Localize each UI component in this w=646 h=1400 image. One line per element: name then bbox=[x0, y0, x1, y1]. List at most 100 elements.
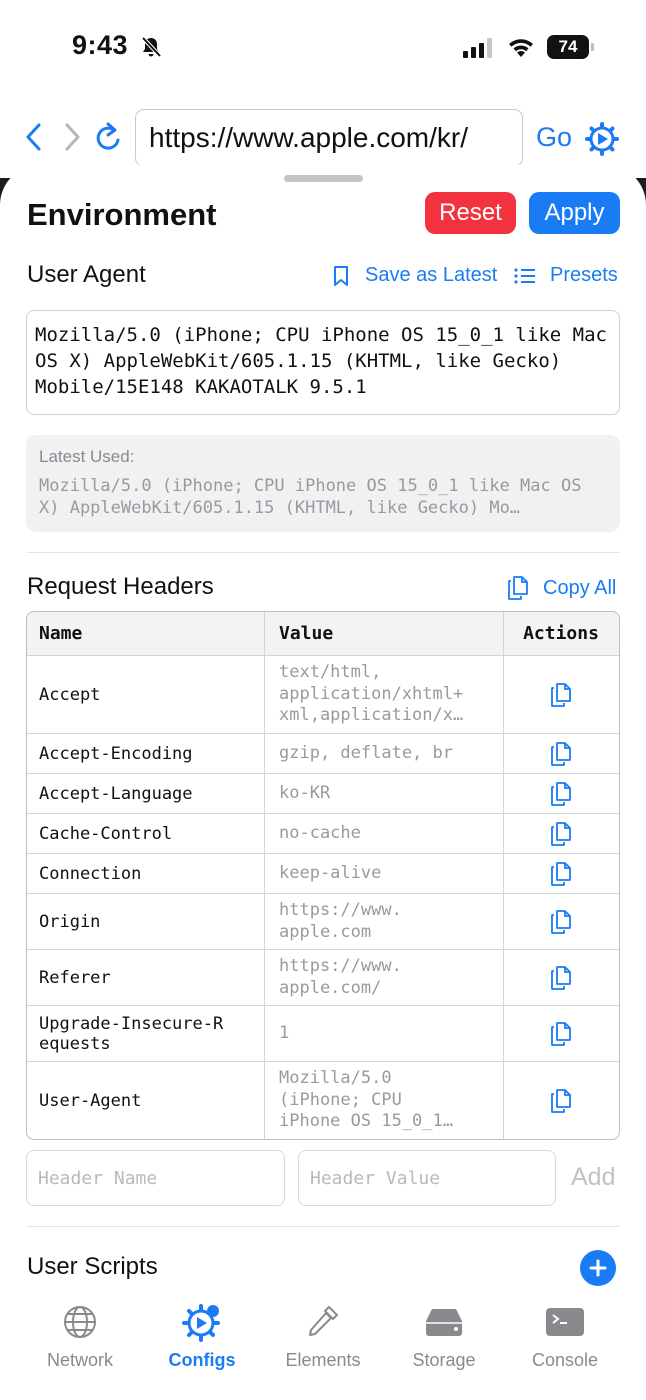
header-name-cell: Cache-Control bbox=[27, 814, 265, 853]
header-value-text: Mozilla/5.0 (iPhone; CPU iPhone OS 15_0_… bbox=[279, 1068, 453, 1132]
tab-console[interactable]: Console bbox=[505, 1300, 625, 1371]
header-name-text: Upgrade-Insecure-R equests bbox=[39, 1013, 224, 1054]
terminal-icon bbox=[546, 1308, 584, 1336]
column-header-actions: Actions bbox=[523, 623, 599, 644]
header-name-cell: Accept-Encoding bbox=[27, 734, 265, 773]
chevron-right-icon[interactable] bbox=[62, 122, 82, 152]
copy-header-button[interactable] bbox=[504, 854, 618, 893]
copy-header-button[interactable] bbox=[504, 1006, 618, 1061]
header-name-text: Accept-Encoding bbox=[39, 743, 193, 764]
copy-icon bbox=[508, 576, 528, 600]
table-row: Accept-Language ko-KR bbox=[27, 773, 619, 813]
latest-used-value: Mozilla/5.0 (iPhone; CPU iPhone OS 15_0_… bbox=[39, 476, 582, 518]
table-row: Origin https://www. apple.com bbox=[27, 893, 619, 949]
tab-network-label: Network bbox=[46, 1350, 113, 1370]
copy-header-button[interactable] bbox=[504, 950, 618, 1005]
header-name-text: Cache-Control bbox=[39, 823, 173, 844]
table-row: User-Agent Mozilla/5.0 (iPhone; CPU iPhon… bbox=[27, 1061, 619, 1139]
eyedropper-icon bbox=[309, 1306, 338, 1336]
reset-button[interactable]: Reset bbox=[425, 192, 516, 234]
header-name-text: Referer bbox=[39, 967, 111, 988]
table-header-row: Name Value Actions bbox=[27, 612, 619, 655]
header-value-cell: https://www. apple.com/ bbox=[265, 950, 504, 1005]
go-button[interactable]: Go bbox=[536, 122, 572, 153]
latest-used-panel[interactable]: Latest Used: Mozilla/5.0 (iPhone; CPU iP… bbox=[26, 435, 620, 532]
copy-icon bbox=[551, 682, 571, 707]
user-scripts-section-title: User Scripts bbox=[27, 1253, 158, 1280]
copy-header-button[interactable] bbox=[504, 734, 618, 773]
tab-configs-label: Configs bbox=[168, 1350, 236, 1370]
copy-icon bbox=[551, 861, 571, 886]
copy-icon bbox=[551, 965, 571, 990]
bell-slash-icon bbox=[141, 36, 162, 58]
copy-icon bbox=[551, 1021, 571, 1046]
header-name-cell: Connection bbox=[27, 854, 265, 893]
battery-indicator: 74 bbox=[547, 35, 594, 59]
header-name-input[interactable]: Header Name bbox=[26, 1150, 285, 1206]
save-as-latest-button[interactable]: Save as Latest bbox=[332, 264, 497, 287]
header-name-text: Connection bbox=[39, 863, 142, 884]
wifi-icon bbox=[509, 39, 533, 57]
tab-elements-label: Elements bbox=[285, 1350, 361, 1370]
sheet-grabber[interactable] bbox=[284, 175, 363, 182]
header-value-cell: gzip, deflate, br bbox=[265, 734, 504, 773]
header-value-cell: text/html, application/xhtml+ xml,applic… bbox=[265, 656, 504, 733]
header-value-text: text/html, application/xhtml+ xml,applic… bbox=[279, 662, 464, 726]
header-name-cell: Origin bbox=[27, 894, 265, 949]
copy-icon bbox=[551, 909, 571, 934]
header-value-text: no-cache bbox=[279, 822, 361, 843]
page-title: Environment bbox=[27, 197, 217, 232]
header-value-cell: https://www. apple.com bbox=[265, 894, 504, 949]
status-bar: 9:43 74 bbox=[0, 0, 646, 96]
copy-icon bbox=[551, 781, 571, 806]
request-headers-section-title: Request Headers bbox=[27, 573, 214, 600]
table-row: Accept text/html, application/xhtml+ xml,… bbox=[27, 655, 619, 733]
copy-header-button[interactable] bbox=[504, 894, 618, 949]
add-header-button[interactable]: Add bbox=[571, 1163, 615, 1192]
copy-all-button[interactable]: Copy All bbox=[507, 576, 616, 600]
copy-all-label: Copy All bbox=[543, 576, 617, 599]
header-name-cell: Accept-Language bbox=[27, 774, 265, 813]
header-value-cell: no-cache bbox=[265, 814, 504, 853]
table-row: Connection keep-alive bbox=[27, 853, 619, 893]
user-agent-input[interactable]: Mozilla/5.0 (iPhone; CPU iPhone OS 15_0_… bbox=[26, 310, 620, 415]
header-value-cell: ko-KR bbox=[265, 774, 504, 813]
user-agent-section-title: User Agent bbox=[27, 261, 146, 288]
copy-icon bbox=[551, 1088, 571, 1113]
header-value-text: https://www. apple.com/ bbox=[279, 956, 402, 998]
tab-console-label: Console bbox=[531, 1350, 599, 1370]
header-value-text: keep-alive bbox=[279, 862, 382, 883]
tab-network[interactable]: Network bbox=[20, 1300, 140, 1371]
copy-header-button[interactable] bbox=[504, 774, 618, 813]
tab-storage[interactable]: Storage bbox=[384, 1300, 504, 1371]
copy-header-button[interactable] bbox=[504, 656, 618, 733]
header-value-text: gzip, deflate, br bbox=[279, 742, 453, 763]
status-time: 9:43 bbox=[72, 30, 129, 60]
header-name-cell: Accept bbox=[27, 656, 265, 733]
add-script-button[interactable] bbox=[580, 1250, 616, 1286]
header-value-text: ko-KR bbox=[279, 782, 331, 803]
apply-button[interactable]: Apply bbox=[529, 192, 620, 234]
gear-icon bbox=[182, 1304, 220, 1342]
presets-label: Presets bbox=[550, 264, 618, 286]
tab-configs[interactable]: Configs bbox=[142, 1300, 262, 1371]
header-name-text: Origin bbox=[39, 911, 101, 932]
tab-elements[interactable]: Elements bbox=[263, 1300, 383, 1371]
bookmark-icon bbox=[334, 265, 348, 286]
reload-icon[interactable] bbox=[94, 122, 124, 154]
chevron-left-icon[interactable] bbox=[24, 122, 44, 152]
url-input[interactable]: https://www.apple.com/kr/ bbox=[135, 109, 523, 167]
plus-icon bbox=[589, 1259, 607, 1277]
copy-header-button[interactable] bbox=[504, 1062, 618, 1139]
section-divider bbox=[27, 552, 620, 553]
header-value-input[interactable]: Header Value bbox=[298, 1150, 556, 1206]
tab-storage-label: Storage bbox=[412, 1350, 476, 1370]
table-row: Cache-Control no-cache bbox=[27, 813, 619, 853]
presets-button[interactable]: Presets bbox=[514, 264, 618, 287]
header-name-cell: Upgrade-Insecure-R equests bbox=[27, 1006, 265, 1061]
gear-play-icon[interactable] bbox=[585, 122, 619, 156]
copy-header-button[interactable] bbox=[504, 814, 618, 853]
copy-icon bbox=[551, 821, 571, 846]
header-value-text: 1 bbox=[279, 1022, 290, 1043]
header-name-cell: User-Agent bbox=[27, 1062, 265, 1139]
